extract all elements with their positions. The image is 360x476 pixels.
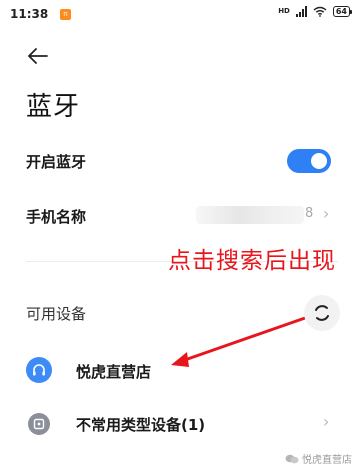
device-name-label[interactable]: 手机名称 (26, 206, 86, 227)
annotation-arrow-icon (171, 316, 307, 367)
page-title: 蓝牙 (26, 92, 81, 122)
headphones-icon (26, 357, 52, 383)
notification-app-icon: n (60, 9, 71, 20)
uncommon-devices-label[interactable]: 不常用类型设备(1) (76, 414, 205, 435)
refresh-spinner-icon[interactable] (304, 295, 340, 331)
battery-icon: 64 (332, 6, 353, 17)
bluetooth-toggle-switch[interactable] (287, 149, 331, 173)
wechat-logo-icon (285, 454, 299, 463)
network-type-label: HD (278, 7, 290, 15)
chevron-right-icon[interactable]: › (323, 412, 329, 431)
status-indicators: HD 64 (278, 6, 353, 17)
bluetooth-toggle-label: 开启蓝牙 (26, 153, 87, 171)
watermark-text: 悦虎直营店 (302, 455, 352, 466)
device-name-value-blurred (196, 206, 304, 224)
wifi-icon (313, 6, 327, 17)
device-square-icon (28, 413, 50, 435)
available-devices-label: 可用设备 (26, 305, 87, 323)
status-time: 11:38 (10, 7, 49, 21)
arrow-left-icon[interactable] (26, 44, 50, 68)
available-device-name[interactable]: 悦虎直营店 (76, 361, 151, 382)
device-name-value-suffix: 8 (305, 206, 314, 221)
signal-icon (295, 6, 307, 17)
chevron-right-icon[interactable]: › (323, 204, 329, 223)
watermark: 悦虎直营店 (285, 451, 352, 466)
annotation-text: 点击搜索后出现 (168, 248, 336, 274)
toggle-knob (311, 153, 327, 169)
